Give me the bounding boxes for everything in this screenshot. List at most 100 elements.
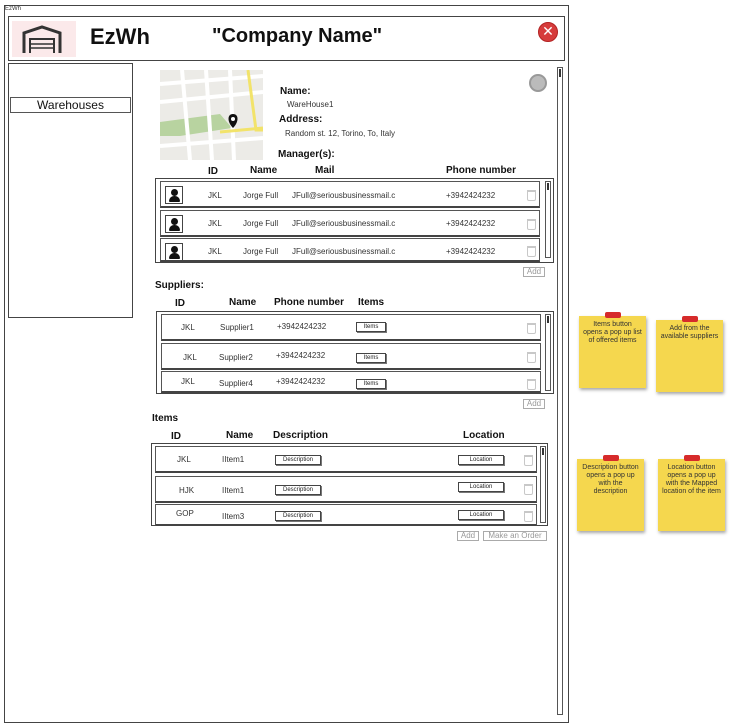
delete-trash-icon[interactable] (527, 379, 536, 390)
item-row[interactable]: HJK IItem1 Description Location (155, 476, 537, 503)
sticky-note-text: Description button opens a pop up with t… (582, 464, 639, 495)
pin-icon (605, 312, 621, 318)
manager-row[interactable]: JKL Jorge Full JFull@seriousbusinessmail… (160, 181, 540, 208)
user-avatar-icon (165, 243, 183, 261)
delete-trash-icon[interactable] (527, 190, 536, 201)
supplier-row[interactable]: JKL Supplier1 +3942424232 Items (161, 314, 541, 341)
item-location-button[interactable]: Location (458, 482, 504, 492)
address-value: Random st. 12, Torino, To, Italy (285, 129, 395, 138)
sticky-note: Description button opens a pop up with t… (577, 455, 644, 531)
managers-scrollbar[interactable] (545, 181, 551, 258)
warehouse-map (160, 70, 263, 160)
manager-name: Jorge Full (243, 219, 279, 228)
item-description-button[interactable]: Description (275, 511, 321, 521)
main-scrollbar[interactable] (557, 67, 563, 715)
name-label: Name: (280, 86, 311, 97)
supplier-name: Supplier2 (219, 353, 253, 362)
item-id: GOP (176, 509, 194, 518)
manager-name: Jorge Full (243, 191, 279, 200)
name-value: WareHouse1 (287, 100, 334, 109)
close-button[interactable]: ✕ (538, 22, 558, 42)
company-name: "Company Name" (212, 25, 383, 47)
manager-name: Jorge Full (243, 247, 279, 256)
item-id: HJK (179, 486, 195, 495)
manager-mail: JFull@seriousbusinessmail.c (292, 219, 396, 228)
supplier-name: Supplier1 (220, 323, 254, 332)
items-header-location: Location (463, 430, 505, 441)
delete-trash-icon[interactable] (527, 246, 536, 257)
supplier-row[interactable]: JKL Supplier4 +3942424232 Items (161, 371, 541, 393)
sticky-note: Add from the available suppliers (656, 316, 723, 392)
manager-phone: +3942424232 (446, 247, 496, 256)
settings-gear-icon[interactable] (529, 74, 547, 92)
add-manager-button[interactable]: Add (523, 267, 545, 277)
add-item-button[interactable]: Add (457, 531, 479, 541)
item-name: IItem1 (222, 455, 245, 464)
window-title: EzWh (5, 6, 22, 12)
sticky-note: Items button opens a pop up list of offe… (579, 312, 646, 388)
item-name: IItem3 (222, 512, 245, 521)
delete-trash-icon[interactable] (527, 323, 536, 334)
suppliers-header-items: Items (358, 297, 385, 308)
delete-trash-icon[interactable] (527, 352, 536, 363)
item-description-button[interactable]: Description (275, 485, 321, 495)
supplier-phone: +3942424232 (276, 377, 326, 386)
item-description-button[interactable]: Description (275, 455, 321, 465)
user-avatar-icon (165, 215, 183, 233)
sticky-note: Location button opens a pop up with the … (658, 455, 725, 531)
add-supplier-button[interactable]: Add (523, 399, 545, 409)
sticky-note-text: Items button opens a pop up list of offe… (583, 321, 642, 344)
manager-id: JKL (208, 219, 222, 228)
sidebar-item-warehouses[interactable]: Warehouses (10, 97, 131, 113)
user-avatar-icon (165, 186, 183, 204)
item-name: IItem1 (222, 486, 245, 495)
items-scrollbar[interactable] (540, 446, 546, 523)
manager-row[interactable]: JKL Jorge Full JFull@seriousbusinessmail… (160, 210, 540, 237)
delete-trash-icon[interactable] (527, 219, 536, 230)
managers-label: Manager(s): (278, 149, 335, 160)
brand-name: EzWh (90, 24, 150, 49)
managers-header-phone: Phone number (446, 165, 517, 176)
suppliers-header-phone: Phone number (274, 297, 345, 308)
manager-phone: +3942424232 (446, 191, 496, 200)
make-order-button[interactable]: Make an Order (483, 531, 547, 541)
delete-trash-icon[interactable] (524, 484, 533, 495)
pin-icon (603, 455, 619, 461)
delete-trash-icon[interactable] (524, 455, 533, 466)
item-location-button[interactable]: Location (458, 510, 504, 520)
supplier-id: JKL (183, 353, 197, 362)
sticky-note-text: Add from the available suppliers (660, 325, 719, 340)
item-location-button[interactable]: Location (458, 455, 504, 465)
item-id: JKL (177, 455, 191, 464)
pin-icon (684, 455, 700, 461)
delete-trash-icon[interactable] (524, 511, 533, 522)
items-header-name: Name (226, 430, 254, 441)
warehouse-logo-icon (12, 21, 76, 57)
managers-header-mail: Mail (315, 165, 335, 176)
manager-mail: JFull@seriousbusinessmail.c (292, 191, 396, 200)
supplier-id: JKL (181, 377, 195, 386)
supplier-items-button[interactable]: Items (356, 379, 386, 389)
supplier-items-button[interactable]: Items (356, 322, 386, 332)
suppliers-header-name: Name (229, 297, 257, 308)
items-header-description: Description (273, 430, 329, 441)
item-row[interactable]: GOP IItem3 Description Location (155, 504, 537, 526)
supplier-name: Supplier4 (219, 379, 253, 388)
manager-phone: +3942424232 (446, 219, 496, 228)
supplier-phone: +3942424232 (276, 351, 326, 360)
manager-id: JKL (208, 191, 222, 200)
pin-icon (682, 316, 698, 322)
manager-id: JKL (208, 247, 222, 256)
item-row[interactable]: JKL IItem1 Description Location (155, 446, 537, 473)
address-label: Address: (279, 114, 323, 125)
suppliers-scrollbar[interactable] (545, 314, 551, 391)
suppliers-title: Suppliers: (155, 280, 204, 291)
sticky-note-text: Location button opens a pop up with the … (662, 464, 721, 495)
supplier-phone: +3942424232 (277, 322, 327, 331)
manager-row[interactable]: JKL Jorge Full JFull@seriousbusinessmail… (160, 238, 540, 262)
supplier-row[interactable]: JKL Supplier2 +3942424232 Items (161, 343, 541, 370)
supplier-items-button[interactable]: Items (356, 353, 386, 363)
managers-header-id: ID (208, 166, 218, 177)
items-title: Items (152, 413, 179, 424)
suppliers-header-id: ID (175, 298, 185, 309)
